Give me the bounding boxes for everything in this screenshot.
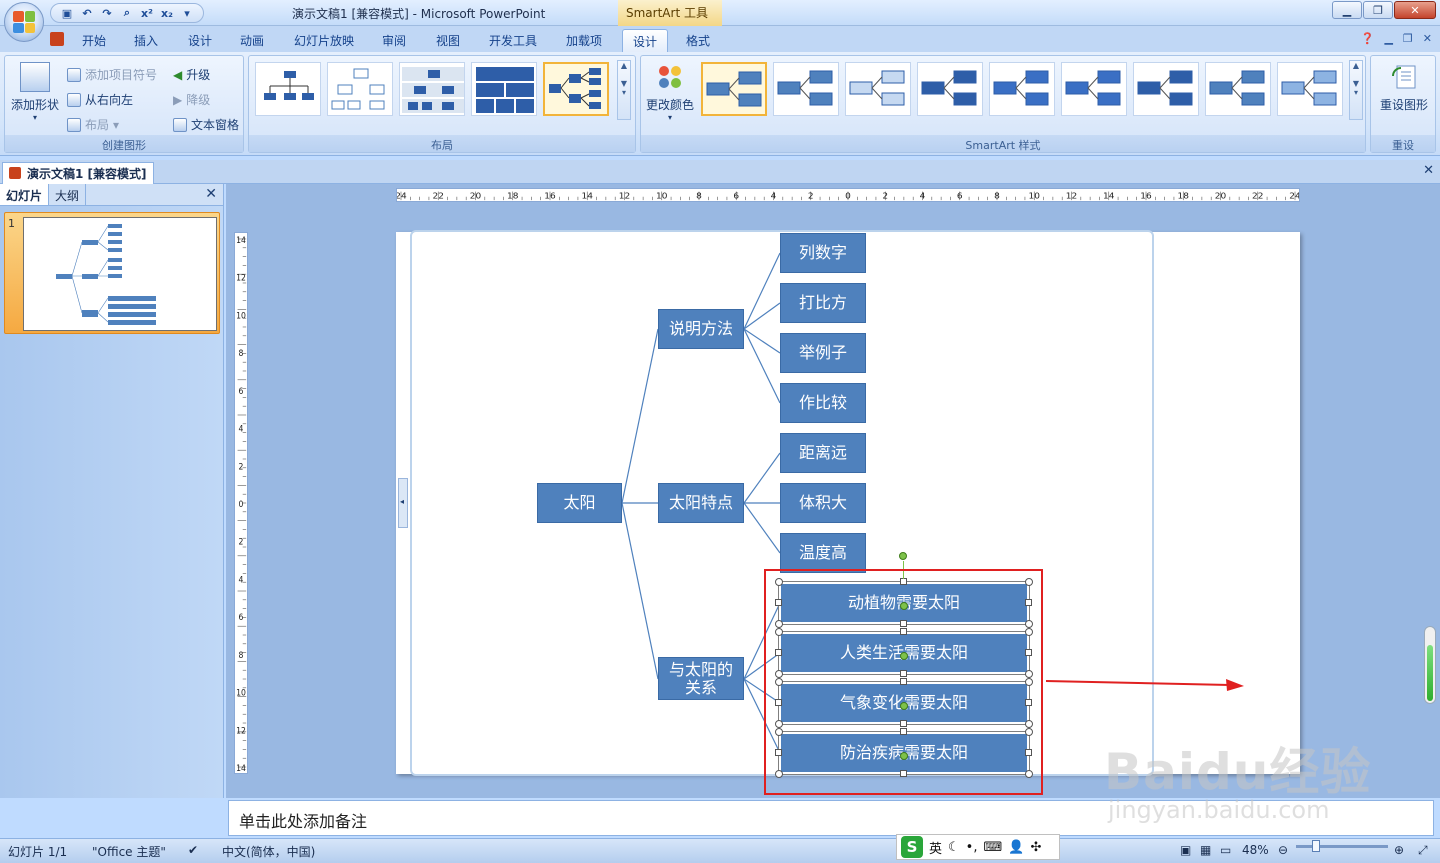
office-button[interactable] [4,2,44,42]
status-language[interactable]: 中文(简体，中国) [222,843,315,860]
spellcheck-icon[interactable]: ✔ [188,843,198,857]
node-root[interactable]: 太阳 [537,483,622,523]
fit-slide-icon[interactable]: ⤢ [1418,843,1428,858]
zoom-in-icon[interactable]: ⊕ [1394,843,1404,857]
status-theme[interactable]: "Office 主题" [92,843,166,860]
zoom-level[interactable]: 48% [1242,843,1269,857]
node-leaf[interactable]: 作比较 [780,383,866,423]
baidu-watermark: Baidu经验 jingyan.baidu.com [1104,732,1374,832]
status-bar: 幻灯片 1/1 "Office 主题" ✔ 中文(简体，中国) ▣ ▦ ▭ 48… [0,838,1440,863]
normal-view-icon[interactable]: ▣ [1180,843,1191,857]
slideshow-view-icon[interactable]: ▭ [1220,843,1231,857]
zoom-slider-thumb[interactable] [1312,840,1320,852]
ime-toolbar: S 英 ☾ •, ⌨ 👤 ✣ [896,834,1060,860]
highlight-box [764,569,1043,795]
rotation-handle[interactable] [899,552,907,560]
ime-language[interactable]: 英 [929,838,942,857]
node-leaf[interactable]: 温度高 [780,533,866,573]
ime-moon-icon[interactable]: ☾ [948,840,960,855]
ime-user-icon[interactable]: 👤 [1008,840,1024,855]
node-leaf[interactable]: 打比方 [780,283,866,323]
node-leaf[interactable]: 举例子 [780,333,866,373]
sogou-ime-icon[interactable]: S [901,836,923,858]
node-branch-methods[interactable]: 说明方法 [658,309,744,349]
status-slide-info: 幻灯片 1/1 [8,845,68,859]
node-branch-features[interactable]: 太阳特点 [658,483,744,523]
slide-sorter-icon[interactable]: ▦ [1200,843,1211,857]
zoom-out-icon[interactable]: ⊖ [1278,843,1288,857]
ime-keyboard-icon[interactable]: ⌨ [983,840,1002,855]
node-leaf[interactable]: 距离远 [780,433,866,473]
node-branch-relations[interactable]: 与太阳的关系 [658,657,744,700]
office-logo-icon [13,11,35,33]
ime-menu-icon[interactable]: ✣ [1030,840,1041,855]
node-leaf[interactable]: 列数字 [780,233,866,273]
red-arrow-icon [1045,679,1244,691]
zoom-slider[interactable] [1296,845,1388,848]
ime-punct-icon[interactable]: •, [966,840,978,855]
watermark-url: jingyan.baidu.com [1108,796,1330,824]
watermark-brand: Baidu经验 [1104,743,1372,801]
node-leaf[interactable]: 体积大 [780,483,866,523]
vertical-scrollbar[interactable] [1424,626,1436,704]
